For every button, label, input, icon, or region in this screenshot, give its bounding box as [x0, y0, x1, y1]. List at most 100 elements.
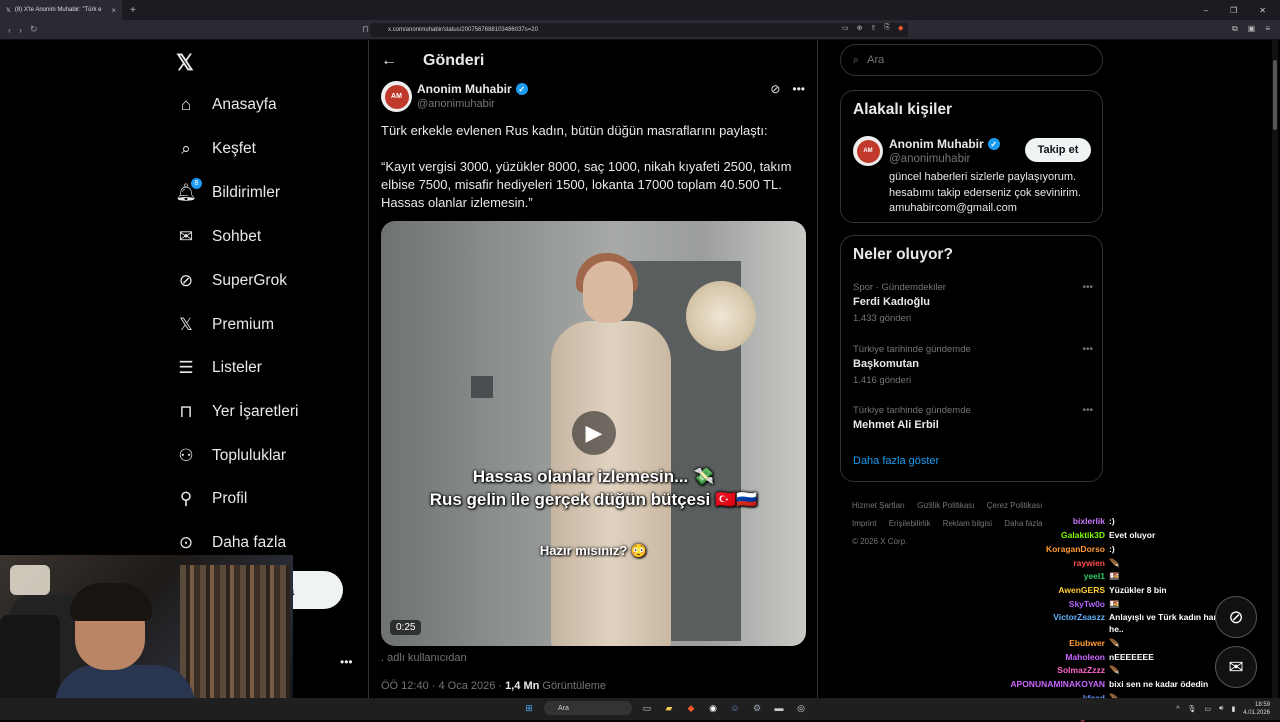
search-input[interactable]: ⌕ Ara: [840, 44, 1103, 76]
video-player[interactable]: ▶ Hassas olanlar izlemesin... 💸 Rus geli…: [381, 221, 806, 646]
footer-link[interactable]: Gizlilik Politikası: [917, 501, 974, 510]
related-people-card: Alakalı kişiler AM Anonim Muhabir ✓ @ano…: [840, 90, 1103, 223]
volume-icon[interactable]: 🔊︎: [1219, 705, 1223, 713]
brave-icon[interactable]: ◆: [684, 701, 698, 715]
nav-item-home[interactable]: ⌂ Anasayfa: [176, 95, 277, 115]
reload-icon[interactable]: ↻: [30, 24, 38, 35]
share-icon[interactable]: ⇪: [871, 24, 877, 32]
messages-float-icon[interactable]: ✉: [1215, 646, 1257, 688]
nav-item-bookmarks[interactable]: ⊓ Yer İşaretleri: [176, 402, 298, 422]
more-options-icon[interactable]: •••: [1082, 282, 1093, 293]
avatar[interactable]: AM: [381, 81, 412, 112]
app-icon[interactable]: ▬: [772, 701, 786, 715]
taskbar-search-label: Ara: [558, 704, 569, 712]
nav-item-messages[interactable]: ✉ Sohbet: [176, 227, 261, 247]
brave-shield-icon[interactable]: ◆: [898, 24, 903, 32]
more-options-icon[interactable]: •••: [1082, 344, 1093, 355]
nav-item-notifications[interactable]: 🔔︎ 8 Bildirimler: [175, 178, 280, 203]
x-logo-icon: 𝕏: [179, 315, 193, 334]
scrollbar-thumb[interactable]: [1273, 60, 1277, 130]
steam-icon[interactable]: ⚙: [750, 701, 764, 715]
search-icon: ⌕: [181, 139, 191, 158]
bookmark-icon: ⊓: [179, 402, 193, 421]
nav-item-explore[interactable]: ⌕ Keşfet: [176, 139, 256, 159]
trend-item[interactable]: Türkiye tarihinde gündemde Mehmet Ali Er…: [853, 405, 1093, 431]
browser-tab[interactable]: 𝕏 (8) X'te Anonim Muhabir: "Türk e ×: [0, 0, 122, 20]
network-icon[interactable]: ▭: [1204, 705, 1211, 713]
pip-icon[interactable]: ▭: [842, 24, 849, 32]
obs-icon[interactable]: ◉: [706, 701, 720, 715]
discord-icon[interactable]: ☺: [728, 701, 742, 715]
battery-icon[interactable]: ▮: [1231, 705, 1235, 713]
menu-icon[interactable]: ≡: [1265, 24, 1270, 34]
minimize-icon[interactable]: –: [1204, 6, 1208, 15]
trend-item[interactable]: Spor · Gündemdekiler Ferdi Kadıoğlu 1.43…: [853, 282, 1093, 324]
taskbar-search[interactable]: Ara: [544, 701, 632, 715]
close-window-icon[interactable]: ✕: [1259, 6, 1266, 15]
nav-item-grok[interactable]: ⊘ SuperGrok: [176, 271, 287, 291]
file-explorer-icon[interactable]: ▰: [662, 701, 676, 715]
x-logo-icon[interactable]: 𝕏: [176, 50, 194, 76]
footer-link[interactable]: Hizmet Şartları: [852, 501, 905, 510]
related-handle[interactable]: @anonimuhabir: [889, 153, 970, 165]
chrome-icon[interactable]: ◎: [794, 701, 808, 715]
main-column: ← Gönderi AM Anonim Muhabir ✓ @anonimuha…: [368, 40, 818, 720]
taskbar-icons: ⊞ Ara ▭ ▰ ◆ ◉ ☺ ⚙ ▬ ◎: [522, 701, 808, 715]
copy-link-icon[interactable]: ⎘: [884, 24, 890, 32]
nav-item-lists[interactable]: ☰ Listeler: [176, 358, 262, 378]
nav-item-profile[interactable]: ⚲ Profil: [176, 489, 248, 509]
back-arrow-icon[interactable]: ←: [381, 52, 397, 70]
nav-label: Premium: [212, 316, 275, 333]
bookshelf: [180, 565, 290, 715]
post-time[interactable]: ÖÖ 12:40 · 4 Oca 2026 ·: [381, 680, 505, 692]
grok-float-icon[interactable]: ⊘: [1215, 596, 1257, 638]
zoom-icon[interactable]: ⊕: [857, 24, 863, 32]
nav-item-more[interactable]: ⊙ Daha fazla: [176, 533, 286, 553]
back-nav-icon[interactable]: ‹: [8, 25, 11, 35]
clock[interactable]: 18:59 4.01.2026: [1243, 701, 1270, 717]
forward-nav-icon[interactable]: ›: [19, 25, 22, 35]
chat-text: bixi sen ne kadar ödedin: [1109, 679, 1209, 689]
grok-icon[interactable]: ⊘: [770, 82, 780, 96]
nav-label: Sohbet: [212, 228, 262, 245]
restore-icon[interactable]: ❐: [1230, 6, 1237, 15]
footer-link[interactable]: Çerez Politikası: [987, 501, 1043, 510]
trend-name: Ferdi Kadıoğlu: [853, 296, 930, 308]
author-handle[interactable]: @anonimuhabir: [417, 98, 495, 110]
mic-icon[interactable]: 🎙︎: [1188, 705, 1197, 713]
close-tab-icon[interactable]: ×: [111, 6, 116, 15]
account-more-icon[interactable]: •••: [340, 655, 353, 669]
follow-button[interactable]: Takip et: [1025, 138, 1091, 162]
avatar[interactable]: AM: [853, 136, 883, 166]
new-tab-icon[interactable]: +: [130, 5, 136, 16]
trend-item[interactable]: Türkiye tarihinde gündemde Başkomutan 1.…: [853, 344, 1093, 386]
play-icon[interactable]: ▶: [572, 411, 616, 455]
wallet-icon[interactable]: ▣: [1248, 24, 1256, 34]
more-options-icon[interactable]: •••: [792, 82, 805, 96]
footer-link[interactable]: Imprint: [852, 519, 876, 528]
windows-taskbar: ⊞ Ara ▭ ▰ ◆ ◉ ☺ ⚙ ▬ ◎ ^ 🎙︎ ▭ 🔊︎ ▮ 18:59 …: [0, 698, 1280, 720]
mail-icon: ✉: [178, 227, 194, 246]
show-more-link[interactable]: Daha fazla göster: [853, 455, 939, 467]
nav-item-premium[interactable]: 𝕏 Premium: [176, 315, 274, 335]
tray-chevron-icon[interactable]: ^: [1176, 706, 1179, 713]
related-name[interactable]: Anonim Muhabir ✓: [889, 137, 1000, 151]
chat-username: KoraganDorso: [1045, 544, 1105, 554]
nav-item-communities[interactable]: ⚇ Topluluklar: [176, 446, 286, 466]
scrollbar[interactable]: [1272, 40, 1278, 700]
windows-start-icon[interactable]: ⊞: [522, 701, 536, 715]
footer-link[interactable]: Reklam bilgisi: [943, 519, 992, 528]
video-light-switch: [471, 376, 493, 398]
author-name[interactable]: Anonim Muhabir ✓: [417, 82, 528, 96]
views-count: 1,4 Mn: [505, 680, 540, 692]
attribution-note: . adlı kullanıcıdan: [381, 652, 467, 664]
clock-date: 4.01.2026: [1243, 710, 1270, 716]
footer-link[interactable]: Erişilebilirlik: [889, 519, 931, 528]
more-options-icon[interactable]: •••: [1082, 405, 1093, 416]
bookmark-page-icon[interactable]: ⊓: [362, 24, 369, 35]
grok-icon: ⊘: [178, 271, 194, 290]
avatar-logo: AM: [384, 84, 409, 109]
extensions-icon[interactable]: ⧉: [1232, 24, 1238, 34]
task-view-icon[interactable]: ▭: [640, 701, 654, 715]
address-bar[interactable]: x.com/anonimuhabir/status/20075676881034…: [370, 23, 908, 37]
